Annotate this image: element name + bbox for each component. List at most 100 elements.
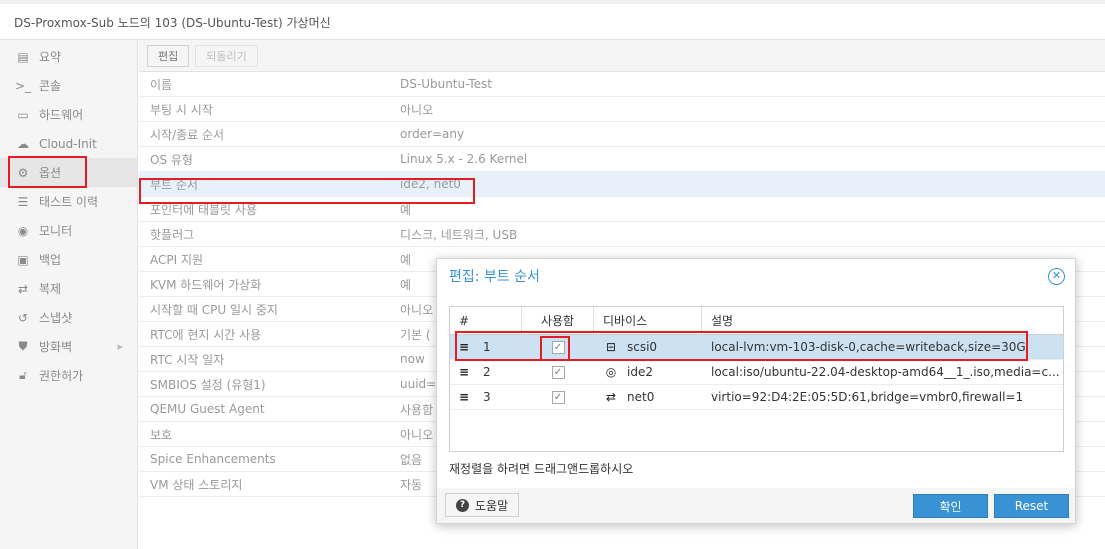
sidebar-item-label: 백업 bbox=[39, 253, 62, 267]
revert-button[interactable]: 되돌리기 bbox=[195, 44, 258, 67]
option-key: RTC 시작 일자 bbox=[150, 352, 225, 367]
device-name: ide2 bbox=[627, 365, 653, 379]
sidebar-item-cloud-init[interactable]: ☁ Cloud-Init bbox=[0, 129, 137, 158]
options-row[interactable]: OS 유형 Linux 5.x - 2.6 Kernel bbox=[139, 147, 1105, 172]
option-key: 시작할 때 CPU 일시 중지 bbox=[150, 302, 278, 317]
drag-handle-icon[interactable]: ≡ bbox=[459, 365, 471, 379]
option-key: VM 상태 스토리지 bbox=[150, 477, 243, 492]
column-description[interactable]: 설명 bbox=[702, 307, 1063, 334]
dialog-header: 편집: 부트 순서 bbox=[437, 259, 1075, 293]
sidebar-item-replication[interactable]: ⇄ 복제 bbox=[0, 274, 137, 303]
sidebar-item-task-history[interactable]: ☰ 태스트 이력 bbox=[0, 187, 137, 216]
highlight-boot-order-row bbox=[139, 178, 475, 204]
device-cell: ◎ ide2 bbox=[594, 360, 702, 384]
option-key: OS 유형 bbox=[150, 152, 193, 167]
option-value: 사용함 bbox=[400, 402, 434, 417]
column-device[interactable]: 디바이스 bbox=[594, 307, 702, 334]
close-icon[interactable]: ✕ bbox=[1048, 268, 1065, 285]
sidebar: ▤ 요약 >_ 콘솔 ▭ 하드웨어 ☁ Cloud-Init ⚙ 옵션 ☰ 태스트 이력 ◉… bbox=[0, 40, 138, 549]
option-key: SMBIOS 설정 (유형1) bbox=[150, 377, 266, 392]
option-value: 예 bbox=[400, 277, 412, 292]
sidebar-item-label: 방화벽 bbox=[39, 340, 73, 354]
sidebar-item-backup[interactable]: ▣ 백업 bbox=[0, 245, 137, 274]
boot-order-dialog: 편집: 부트 순서 ✕ # 사용함 디바이스 설명 ≡ 1 ✓ ⊟ scsi0 lo… bbox=[436, 258, 1076, 524]
enabled-checkbox[interactable]: ✓ bbox=[551, 390, 565, 404]
enabled-checkbox[interactable]: ✓ bbox=[551, 365, 565, 379]
option-key: QEMU Guest Agent bbox=[150, 402, 265, 416]
terminal-icon: >_ bbox=[14, 78, 32, 93]
options-row[interactable]: 시작/종료 순서 order=any bbox=[139, 122, 1105, 147]
sidebar-item-label: 모니터 bbox=[39, 224, 73, 238]
question-icon: ? bbox=[456, 498, 469, 512]
cdrom-icon: ◎ bbox=[605, 365, 617, 379]
cloud-icon: ☁ bbox=[17, 136, 29, 151]
boot-device-row[interactable]: ≡ 2 ✓ ◎ ide2 local:iso/ubuntu-22.04-deskto… bbox=[450, 360, 1063, 385]
boot-order-grid: # 사용함 디바이스 설명 ≡ 1 ✓ ⊟ scsi0 local-lvm:vm-1… bbox=[449, 306, 1064, 452]
description-cell: virtio=92:D4:2E:05:5D:61,bridge=vmbr0,fi… bbox=[711, 390, 1024, 404]
list-icon: ☰ bbox=[17, 194, 29, 209]
sidebar-item-console[interactable]: >_ 콘솔 bbox=[0, 71, 137, 100]
option-key: Spice Enhancements bbox=[150, 452, 276, 466]
floppy-icon: ▣ bbox=[17, 252, 29, 267]
row-number: 2 bbox=[483, 365, 491, 379]
dialog-footer: ? 도움말 확인 Reset bbox=[437, 488, 1075, 523]
sidebar-item-monitor[interactable]: ◉ 모니터 bbox=[0, 216, 137, 245]
option-value: 디스크, 네트워크, USB bbox=[400, 227, 518, 242]
option-value: 아니오 bbox=[400, 302, 434, 317]
eye-icon: ◉ bbox=[17, 223, 29, 238]
reorder-hint: 재정렬을 하려면 드래그앤드롭하시오 bbox=[449, 462, 634, 476]
book-icon: ▤ bbox=[17, 49, 29, 64]
help-button[interactable]: ? 도움말 bbox=[445, 493, 520, 517]
option-key: ACPI 지원 bbox=[150, 252, 204, 267]
option-key: 시작/종료 순서 bbox=[150, 127, 225, 142]
sidebar-item-firewall[interactable]: ⛊ 방화벽 ▸ bbox=[0, 332, 137, 361]
column-enabled[interactable]: 사용함 bbox=[522, 307, 594, 334]
option-value: now bbox=[400, 352, 425, 366]
title-bar: DS-Proxmox-Sub 노드의 103 (DS-Ubuntu-Test) … bbox=[0, 0, 1105, 40]
options-row[interactable]: 이름 DS-Ubuntu-Test bbox=[139, 72, 1105, 97]
option-key: KVM 하드웨어 가상화 bbox=[150, 277, 262, 292]
boot-device-row[interactable]: ≡ 3 ✓ ⇄ net0 virtio=92:D4:2E:05:5D:61,brid… bbox=[450, 385, 1063, 410]
monitor-icon: ▭ bbox=[17, 107, 29, 122]
unlock-icon: 🔓︎ bbox=[19, 368, 27, 382]
sidebar-item-permissions[interactable]: 🔓︎ 권한허가 bbox=[0, 361, 137, 390]
sidebar-item-label: Cloud-Init bbox=[39, 136, 97, 151]
option-value: 자동 bbox=[400, 477, 423, 492]
option-key: 부팅 시 시작 bbox=[150, 102, 213, 117]
chevron-right-icon: ▸ bbox=[117, 340, 123, 353]
edit-button[interactable]: 편집 bbox=[147, 44, 190, 67]
sidebar-item-label: 권한허가 bbox=[39, 369, 84, 383]
exchange-icon: ⇄ bbox=[605, 390, 617, 404]
options-row[interactable]: 핫플러그 디스크, 네트워크, USB bbox=[139, 222, 1105, 247]
row-number-cell: ≡ 3 bbox=[450, 385, 522, 409]
reset-button[interactable]: Reset bbox=[994, 494, 1069, 518]
highlight-options-menu bbox=[8, 156, 87, 188]
option-key: 보호 bbox=[150, 427, 173, 442]
ok-button[interactable]: 확인 bbox=[913, 494, 988, 518]
highlight-checkbox bbox=[540, 336, 570, 361]
sidebar-item-hardware[interactable]: ▭ 하드웨어 bbox=[0, 100, 137, 129]
option-key: 핫플러그 bbox=[150, 227, 195, 242]
sidebar-item-label: 스냅샷 bbox=[39, 311, 73, 325]
dialog-title: 편집: 부트 순서 bbox=[449, 269, 540, 285]
toolbar: 편집 되돌리기 bbox=[139, 40, 1105, 72]
sidebar-item-label: 요약 bbox=[39, 50, 62, 64]
options-row[interactable]: 부팅 시 시작 아니오 bbox=[139, 97, 1105, 122]
option-value: uuid=f bbox=[400, 377, 441, 391]
device-cell: ⇄ net0 bbox=[594, 385, 702, 409]
drag-handle-icon[interactable]: ≡ bbox=[459, 390, 471, 404]
sidebar-item-snapshots[interactable]: ↺ 스냅샷 bbox=[0, 303, 137, 332]
description-cell: local:iso/ubuntu-22.04-desktop-amd64__1_… bbox=[711, 365, 1060, 379]
row-number-cell: ≡ 2 bbox=[450, 360, 522, 384]
device-name: net0 bbox=[627, 390, 655, 404]
history-icon: ↺ bbox=[17, 310, 29, 325]
retweet-icon: ⇄ bbox=[17, 281, 29, 296]
sidebar-item-summary[interactable]: ▤ 요약 bbox=[0, 42, 137, 71]
column-number[interactable]: # bbox=[450, 307, 522, 334]
option-value: DS-Ubuntu-Test bbox=[400, 77, 492, 91]
sidebar-item-label: 콘솔 bbox=[39, 79, 62, 93]
option-value: Linux 5.x - 2.6 Kernel bbox=[400, 152, 528, 166]
option-key: 이름 bbox=[150, 77, 173, 92]
option-value: order=any bbox=[400, 127, 465, 141]
window-title: DS-Proxmox-Sub 노드의 103 (DS-Ubuntu-Test) … bbox=[14, 16, 331, 30]
